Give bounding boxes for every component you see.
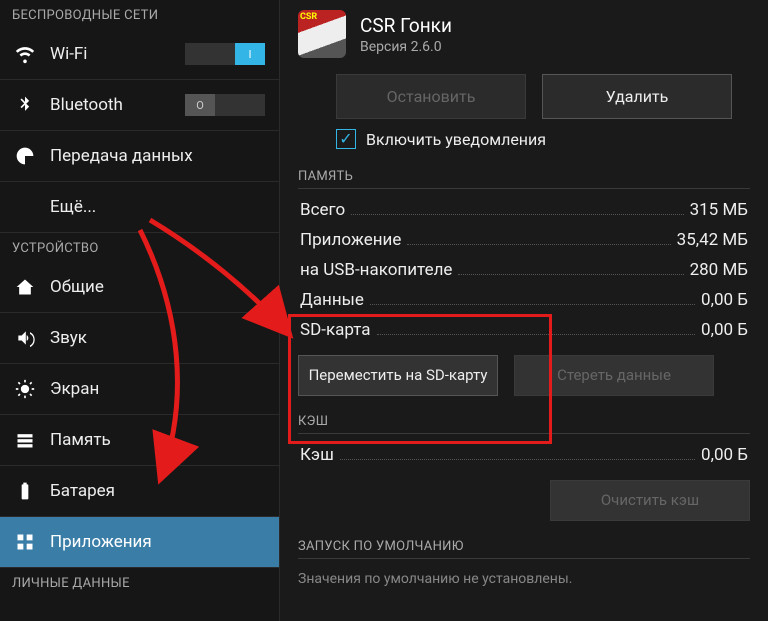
row-usb: на USB-накопителе 280 МБ xyxy=(298,255,750,285)
app-version: Версия 2.6.0 xyxy=(360,39,452,55)
notifications-label: Включить уведомления xyxy=(366,130,546,149)
sidebar-item-storage[interactable]: Память xyxy=(0,415,279,466)
sidebar-item-bluetooth[interactable]: Bluetooth xyxy=(0,80,279,131)
cache-value: 0,00 Б xyxy=(701,445,748,465)
app-header: CSR CSR Гонки Версия 2.6.0 xyxy=(298,10,750,58)
usb-value: 280 МБ xyxy=(690,260,748,280)
battery-label: Батарея xyxy=(50,481,115,501)
app-info-panel: CSR CSR Гонки Версия 2.6.0 Остановить Уд… xyxy=(280,0,768,621)
sidebar-item-more[interactable]: Ещё... xyxy=(0,182,279,233)
home-icon xyxy=(14,276,36,298)
clear-data-button: Стереть данные xyxy=(514,355,714,396)
launch-footnote: Значения по умолчанию не установлены. xyxy=(298,565,750,593)
sd-label: SD-карта xyxy=(300,320,371,340)
display-label: Экран xyxy=(50,379,99,399)
settings-sidebar: БЕСПРОВОДНЫЕ СЕТИ Wi-Fi Bluetooth Переда… xyxy=(0,0,280,621)
sidebar-item-sound[interactable]: Звук xyxy=(0,313,279,364)
sidebar-item-apps[interactable]: Приложения xyxy=(0,517,279,568)
row-data: Данные 0,00 Б xyxy=(298,285,750,315)
launch-section: ЗАПУСК ПО УМОЛЧАНИЮ xyxy=(298,533,750,559)
sidebar-item-data[interactable]: Передача данных xyxy=(0,131,279,182)
usb-label: на USB-накопителе xyxy=(300,260,452,280)
app-size-label: Приложение xyxy=(300,230,401,250)
row-app: Приложение 35,42 МБ xyxy=(298,225,750,255)
more-label: Ещё... xyxy=(50,197,96,217)
storage-icon xyxy=(14,429,36,451)
row-total: Всего 315 МБ xyxy=(298,195,750,225)
section-wireless: БЕСПРОВОДНЫЕ СЕТИ xyxy=(0,0,279,29)
stop-button: Остановить xyxy=(336,74,526,119)
app-icon: CSR xyxy=(298,10,346,58)
sound-label: Звук xyxy=(50,328,87,348)
wifi-icon xyxy=(14,43,36,65)
apps-label: Приложения xyxy=(50,532,152,552)
data-label: Передача данных xyxy=(50,146,193,166)
app-size-value: 35,42 МБ xyxy=(677,230,748,250)
data-size-label: Данные xyxy=(300,290,364,310)
total-label: Всего xyxy=(300,200,345,220)
move-sd-button[interactable]: Переместить на SD-карту xyxy=(298,355,498,396)
sd-value: 0,00 Б xyxy=(701,320,748,340)
section-device: УСТРОЙСТВО xyxy=(0,233,279,262)
storage-label: Память xyxy=(50,430,111,450)
data-size-value: 0,00 Б xyxy=(701,290,748,310)
cache-label: Кэш xyxy=(300,445,334,465)
clear-cache-button: Очистить кэш xyxy=(550,480,750,521)
battery-icon xyxy=(14,480,36,502)
bluetooth-label: Bluetooth xyxy=(50,95,123,115)
checkbox-icon[interactable]: ✓ xyxy=(336,129,356,149)
bluetooth-toggle[interactable] xyxy=(185,94,265,116)
brightness-icon xyxy=(14,378,36,400)
sidebar-item-general[interactable]: Общие xyxy=(0,262,279,313)
apps-icon xyxy=(14,531,36,553)
cache-section: КЭШ xyxy=(298,408,750,434)
bluetooth-icon xyxy=(14,94,36,116)
memory-section: ПАМЯТЬ xyxy=(298,163,750,189)
blank-icon xyxy=(14,196,36,218)
sidebar-item-display[interactable]: Экран xyxy=(0,364,279,415)
total-value: 315 МБ xyxy=(690,200,748,220)
general-label: Общие xyxy=(50,277,104,297)
uninstall-button[interactable]: Удалить xyxy=(542,74,732,119)
sidebar-item-battery[interactable]: Батарея xyxy=(0,466,279,517)
section-personal: ЛИЧНЫЕ ДАННЫЕ xyxy=(0,568,279,597)
notifications-row[interactable]: ✓ Включить уведомления xyxy=(336,129,750,149)
sound-icon xyxy=(14,327,36,349)
row-cache: Кэш 0,00 Б xyxy=(298,440,750,470)
row-sd: SD-карта 0,00 Б xyxy=(298,315,750,345)
wifi-toggle[interactable] xyxy=(185,43,265,65)
app-title: CSR Гонки xyxy=(360,14,452,37)
sidebar-item-wifi[interactable]: Wi-Fi xyxy=(0,29,279,80)
data-usage-icon xyxy=(14,145,36,167)
wifi-label: Wi-Fi xyxy=(50,44,87,64)
